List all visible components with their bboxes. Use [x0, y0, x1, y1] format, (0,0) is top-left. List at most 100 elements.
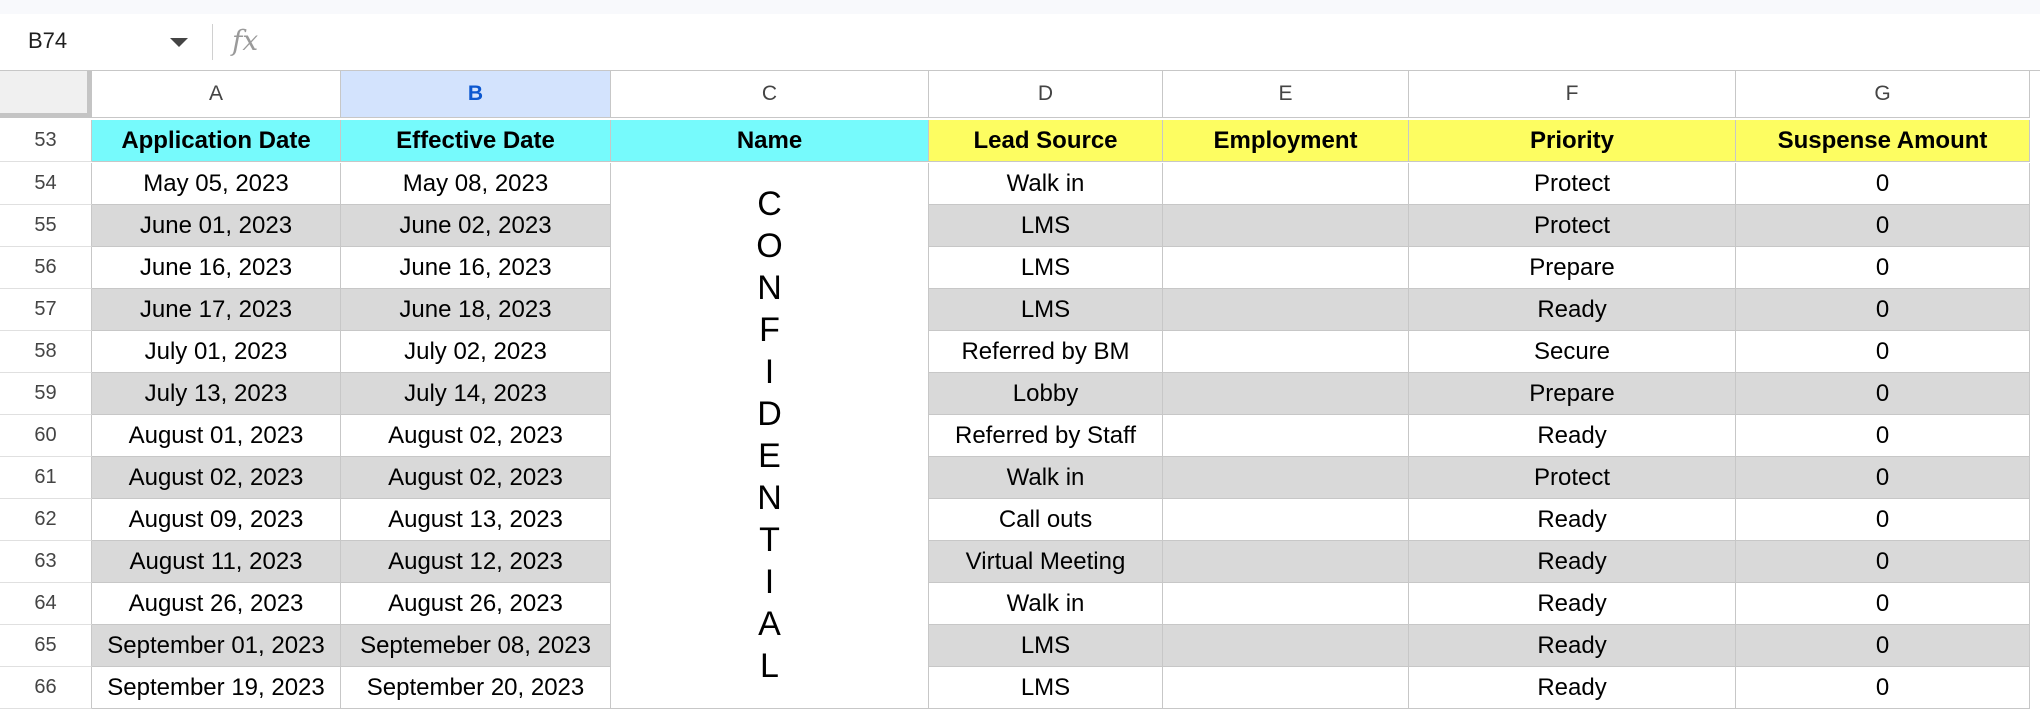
header-cell[interactable]: Name: [611, 120, 929, 162]
row-header[interactable]: 60: [0, 415, 92, 457]
table-cell[interactable]: 0: [1736, 289, 2030, 331]
table-cell[interactable]: [1163, 247, 1409, 289]
header-cell[interactable]: Application Date: [92, 120, 341, 162]
header-cell[interactable]: Effective Date: [341, 120, 611, 162]
table-cell[interactable]: July 01, 2023: [92, 331, 341, 373]
row-header[interactable]: 62: [0, 499, 92, 541]
row-header[interactable]: 57: [0, 289, 92, 331]
table-cell[interactable]: Protect: [1409, 163, 1736, 205]
row-header[interactable]: 54: [0, 163, 92, 205]
table-cell[interactable]: August 02, 2023: [341, 457, 611, 499]
table-cell[interactable]: 0: [1736, 205, 2030, 247]
table-cell[interactable]: August 13, 2023: [341, 499, 611, 541]
table-cell[interactable]: Lobby: [929, 373, 1163, 415]
column-header-f[interactable]: F: [1409, 71, 1736, 118]
table-cell[interactable]: 0: [1736, 373, 2030, 415]
table-cell[interactable]: Ready: [1409, 541, 1736, 583]
chevron-down-icon[interactable]: [170, 38, 188, 47]
table-cell[interactable]: [1163, 625, 1409, 667]
table-cell[interactable]: Referred by BM: [929, 331, 1163, 373]
header-cell[interactable]: Suspense Amount: [1736, 120, 2030, 162]
table-cell[interactable]: LMS: [929, 247, 1163, 289]
table-cell[interactable]: [1163, 541, 1409, 583]
table-cell[interactable]: August 02, 2023: [92, 457, 341, 499]
table-cell[interactable]: Ready: [1409, 415, 1736, 457]
table-cell[interactable]: Septemeber 08, 2023: [341, 625, 611, 667]
table-cell[interactable]: [1163, 289, 1409, 331]
table-cell[interactable]: Ready: [1409, 499, 1736, 541]
table-cell[interactable]: [1163, 205, 1409, 247]
table-cell[interactable]: August 09, 2023: [92, 499, 341, 541]
row-header[interactable]: 58: [0, 331, 92, 373]
column-header-g[interactable]: G: [1736, 71, 2030, 118]
table-cell[interactable]: 0: [1736, 163, 2030, 205]
table-cell[interactable]: June 17, 2023: [92, 289, 341, 331]
table-cell[interactable]: July 13, 2023: [92, 373, 341, 415]
table-cell[interactable]: July 14, 2023: [341, 373, 611, 415]
table-cell[interactable]: 0: [1736, 667, 2030, 709]
table-cell[interactable]: Walk in: [929, 583, 1163, 625]
table-cell[interactable]: August 02, 2023: [341, 415, 611, 457]
table-cell[interactable]: Protect: [1409, 205, 1736, 247]
table-cell[interactable]: Prepare: [1409, 373, 1736, 415]
row-header[interactable]: 66: [0, 667, 92, 709]
table-cell[interactable]: 0: [1736, 331, 2030, 373]
table-cell[interactable]: June 02, 2023: [341, 205, 611, 247]
table-cell[interactable]: June 18, 2023: [341, 289, 611, 331]
row-header[interactable]: 63: [0, 541, 92, 583]
table-cell[interactable]: Protect: [1409, 457, 1736, 499]
table-cell[interactable]: Virtual Meeting: [929, 541, 1163, 583]
table-cell[interactable]: Secure: [1409, 331, 1736, 373]
table-cell[interactable]: Call outs: [929, 499, 1163, 541]
table-cell[interactable]: 0: [1736, 499, 2030, 541]
select-all-corner[interactable]: [0, 71, 92, 118]
table-cell[interactable]: 0: [1736, 541, 2030, 583]
table-cell[interactable]: [1163, 373, 1409, 415]
row-header[interactable]: 64: [0, 583, 92, 625]
table-cell[interactable]: June 16, 2023: [92, 247, 341, 289]
table-cell[interactable]: 0: [1736, 625, 2030, 667]
table-cell[interactable]: August 26, 2023: [92, 583, 341, 625]
column-header-c[interactable]: C: [611, 71, 929, 118]
table-cell[interactable]: August 11, 2023: [92, 541, 341, 583]
row-header[interactable]: 56: [0, 247, 92, 289]
table-cell[interactable]: May 05, 2023: [92, 163, 341, 205]
table-cell[interactable]: September 19, 2023: [92, 667, 341, 709]
column-header-b[interactable]: B: [341, 71, 611, 118]
table-cell[interactable]: LMS: [929, 625, 1163, 667]
table-cell[interactable]: Referred by Staff: [929, 415, 1163, 457]
table-cell[interactable]: 0: [1736, 583, 2030, 625]
column-header-d[interactable]: D: [929, 71, 1163, 118]
table-cell[interactable]: Ready: [1409, 667, 1736, 709]
row-header[interactable]: 65: [0, 625, 92, 667]
header-cell[interactable]: Lead Source: [929, 120, 1163, 162]
table-cell[interactable]: August 12, 2023: [341, 541, 611, 583]
table-cell[interactable]: [1163, 163, 1409, 205]
table-cell[interactable]: [1163, 415, 1409, 457]
table-cell[interactable]: [1163, 667, 1409, 709]
header-cell[interactable]: Employment: [1163, 120, 1409, 162]
table-cell[interactable]: September 01, 2023: [92, 625, 341, 667]
table-cell[interactable]: 0: [1736, 457, 2030, 499]
row-header[interactable]: 59: [0, 373, 92, 415]
table-cell[interactable]: [1163, 583, 1409, 625]
header-cell[interactable]: Priority: [1409, 120, 1736, 162]
table-cell[interactable]: Prepare: [1409, 247, 1736, 289]
table-cell[interactable]: 0: [1736, 415, 2030, 457]
table-cell[interactable]: Ready: [1409, 583, 1736, 625]
table-cell[interactable]: [1163, 499, 1409, 541]
column-header-e[interactable]: E: [1163, 71, 1409, 118]
table-cell[interactable]: LMS: [929, 205, 1163, 247]
table-cell[interactable]: LMS: [929, 667, 1163, 709]
table-cell[interactable]: 0: [1736, 247, 2030, 289]
merged-name-cell[interactable]: CONFIDENTIAL: [611, 163, 929, 709]
table-cell[interactable]: [1163, 331, 1409, 373]
table-cell[interactable]: Ready: [1409, 289, 1736, 331]
row-header[interactable]: 55: [0, 205, 92, 247]
row-header[interactable]: 61: [0, 457, 92, 499]
table-cell[interactable]: [1163, 457, 1409, 499]
table-cell[interactable]: June 16, 2023: [341, 247, 611, 289]
table-cell[interactable]: May 08, 2023: [341, 163, 611, 205]
name-box[interactable]: B74: [28, 28, 67, 54]
row-header[interactable]: 53: [0, 120, 92, 162]
